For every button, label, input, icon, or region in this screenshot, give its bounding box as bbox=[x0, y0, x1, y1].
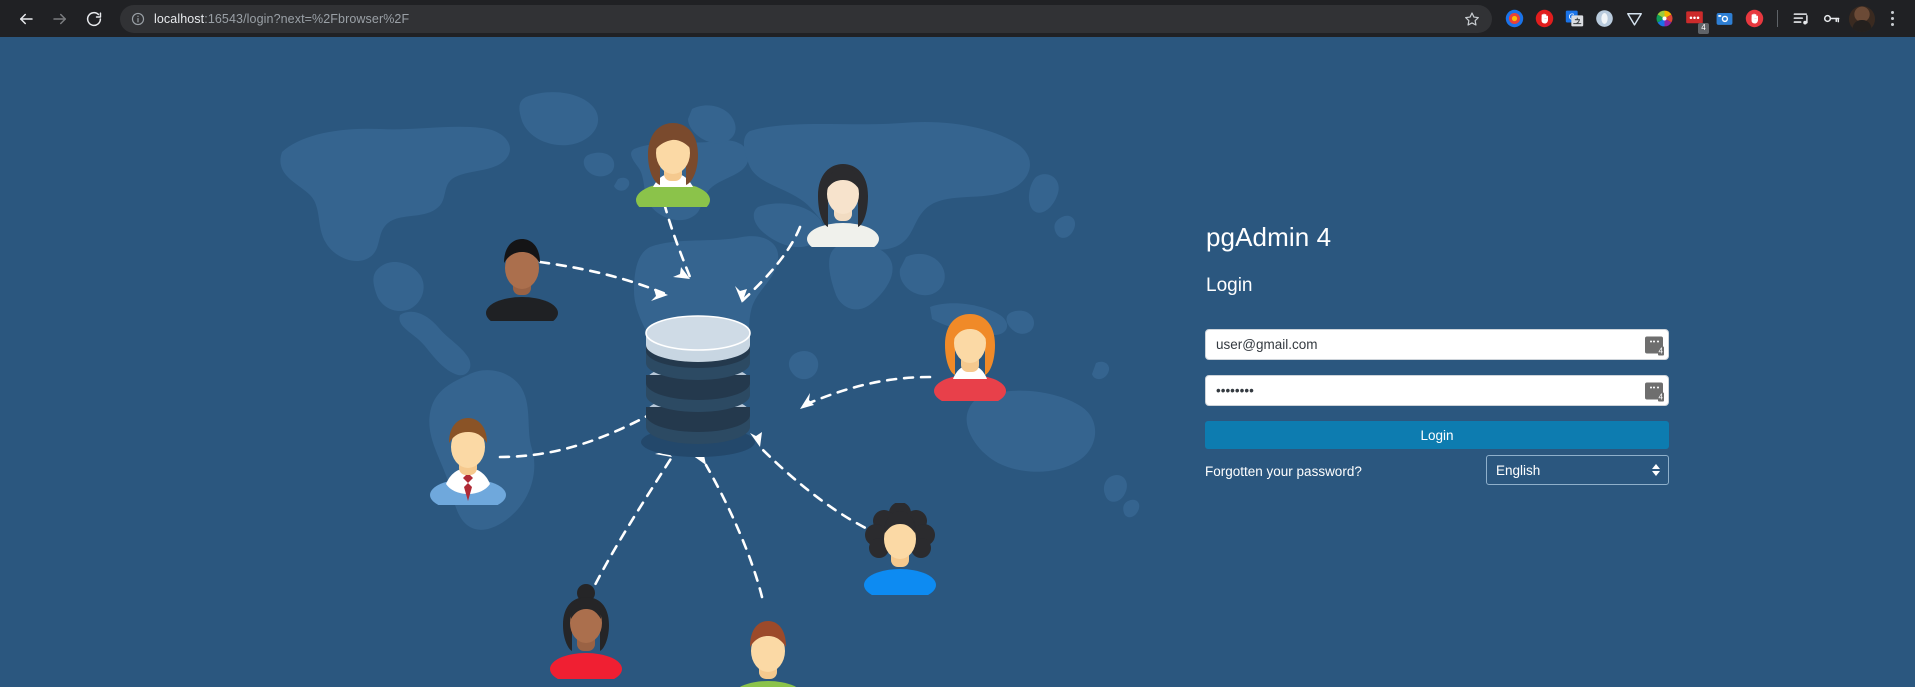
password-field[interactable] bbox=[1205, 375, 1669, 406]
login-illustration bbox=[0, 37, 1170, 687]
screenshot-camera-extension-icon[interactable] bbox=[1710, 5, 1738, 33]
url-host: localhost bbox=[154, 11, 205, 26]
language-select[interactable]: EnglishDeutschEspañolFrançaisItaliano日本語… bbox=[1486, 455, 1669, 485]
google-translate-extension-icon[interactable]: G bbox=[1560, 5, 1588, 33]
diamond-extension-icon[interactable] bbox=[1620, 5, 1648, 33]
password-manager-extension-icon[interactable]: 4 bbox=[1680, 5, 1709, 34]
login-submit-button[interactable]: Login bbox=[1205, 421, 1669, 449]
login-heading: Login bbox=[1206, 275, 1253, 296]
browser-toolbar: localhost:16543/login?next=%2Fbrowser%2F… bbox=[0, 0, 1915, 37]
pm-badge-count: 4 bbox=[1657, 392, 1664, 401]
forward-button[interactable] bbox=[44, 3, 76, 35]
back-button[interactable] bbox=[10, 3, 42, 35]
info-circle-icon[interactable] bbox=[131, 12, 145, 26]
pm-dots bbox=[1649, 340, 1659, 342]
person-avatar-dark-hair-white-top bbox=[805, 159, 881, 247]
person-avatar-orange-hair-red-top bbox=[932, 309, 1008, 401]
key-icon[interactable] bbox=[1817, 5, 1845, 33]
email-field[interactable] bbox=[1205, 329, 1669, 360]
color-wheel-extension-icon[interactable] bbox=[1650, 5, 1678, 33]
reload-icon bbox=[85, 10, 103, 28]
login-panel: pgAdmin 4 Login 4 4 Login Forgotten your… bbox=[1170, 37, 1915, 687]
toolbar-divider bbox=[1777, 10, 1778, 27]
opera-ring-extension-icon[interactable] bbox=[1590, 5, 1618, 33]
person-avatar-brown-hair-green-top bbox=[634, 117, 712, 207]
login-page: pgAdmin 4 Login 4 4 Login Forgotten your… bbox=[0, 37, 1915, 687]
target-extension-icon[interactable] bbox=[1500, 5, 1528, 33]
address-bar[interactable]: localhost:16543/login?next=%2Fbrowser%2F bbox=[120, 4, 1492, 33]
password-manager-field-icon[interactable]: 4 bbox=[1645, 382, 1664, 401]
back-arrow-icon bbox=[17, 10, 35, 28]
page-title: pgAdmin 4 bbox=[1206, 222, 1332, 252]
extension-badge-count: 4 bbox=[1698, 22, 1709, 34]
pm-badge-count: 4 bbox=[1657, 346, 1664, 355]
menu-dot bbox=[1890, 11, 1894, 14]
person-avatar-businessman-red-tie bbox=[428, 413, 508, 505]
url-path: :16543/login?next=%2Fbrowser%2F bbox=[204, 11, 410, 26]
email-field-wrapper: 4 bbox=[1205, 329, 1669, 360]
menu-dot bbox=[1890, 23, 1894, 26]
menu-dot bbox=[1890, 17, 1894, 20]
language-select-wrapper: EnglishDeutschEspañolFrançaisItaliano日本語… bbox=[1486, 455, 1669, 485]
adblock-hand-extension-icon[interactable] bbox=[1740, 5, 1768, 33]
url-text: localhost:16543/login?next=%2Fbrowser%2F bbox=[154, 12, 1456, 26]
forward-arrow-icon bbox=[51, 10, 69, 28]
database-stack-icon bbox=[641, 315, 755, 457]
person-avatar-bun-hair-red-top bbox=[548, 583, 624, 679]
person-avatar-red-hair-green-top bbox=[730, 613, 806, 687]
pm-dots bbox=[1649, 386, 1659, 388]
stop-hand-extension-icon[interactable] bbox=[1530, 5, 1558, 33]
password-manager-field-icon[interactable]: 4 bbox=[1645, 336, 1664, 355]
person-avatar-dark-skin-black-top bbox=[484, 233, 560, 321]
three-dot-menu-icon[interactable] bbox=[1879, 5, 1905, 33]
reload-button[interactable] bbox=[78, 3, 110, 35]
profile-avatar[interactable] bbox=[1849, 5, 1875, 32]
forgot-password-link[interactable]: Forgotten your password? bbox=[1205, 464, 1362, 479]
person-avatar-curly-hair-blue-top bbox=[862, 503, 938, 595]
star-outline-icon[interactable] bbox=[1464, 11, 1480, 27]
media-playlist-icon[interactable] bbox=[1787, 5, 1815, 33]
password-field-wrapper: 4 bbox=[1205, 375, 1669, 406]
